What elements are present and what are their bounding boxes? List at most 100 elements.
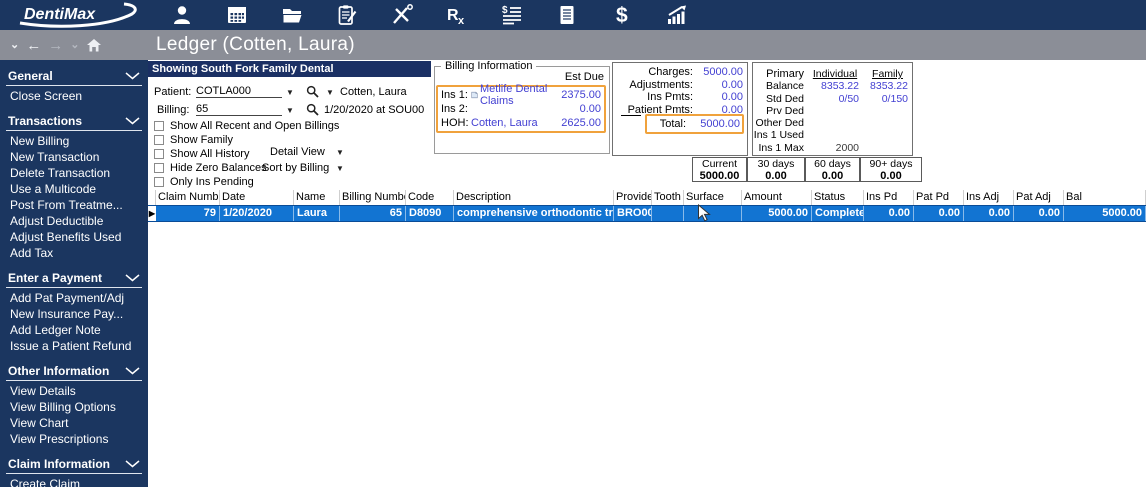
folder-icon[interactable]: [280, 3, 304, 27]
hoh-label: HOH:: [441, 117, 469, 129]
ledger-row-selected[interactable]: ▶ 79 1/20/2020 Laura 65 D8090 comprehens…: [148, 205, 1146, 222]
cell-claim-number[interactable]: 79: [156, 206, 220, 221]
rx-icon[interactable]: Rx: [445, 3, 469, 27]
cell-bal[interactable]: 5000.00: [1064, 206, 1146, 221]
column-header-amount[interactable]: Amount: [742, 190, 812, 205]
detail-view-arrow-icon[interactable]: ▼: [336, 148, 344, 157]
clipboard-edit-icon[interactable]: [335, 3, 359, 27]
ins1-label: Ins 1:: [441, 89, 468, 101]
sidebar-item-close-screen[interactable]: Close Screen: [0, 88, 148, 104]
sidebar-item-view-chart[interactable]: View Chart: [0, 415, 148, 431]
column-header-date[interactable]: Date: [220, 190, 294, 205]
sort-by-arrow-icon[interactable]: ▼: [336, 164, 344, 173]
document-icon[interactable]: [555, 3, 579, 27]
cell-amount[interactable]: 5000.00: [742, 206, 812, 221]
aging-current-box: Current 5000.00: [692, 157, 747, 182]
sidebar-item-use-a-multicode[interactable]: Use a Multicode: [0, 181, 148, 197]
sidebar-item-add-ledger-note[interactable]: Add Ledger Note: [0, 322, 148, 338]
home-icon[interactable]: [86, 38, 102, 53]
cell-billing-number[interactable]: 65: [340, 206, 406, 221]
ledger-table: Claim Number Date Name Billing Number Co…: [148, 190, 1146, 222]
column-header-billing-number[interactable]: Billing Number: [340, 190, 406, 205]
cell-pat-adj[interactable]: 0.00: [1014, 206, 1064, 221]
sidebar-item-delete-transaction[interactable]: Delete Transaction: [0, 165, 148, 181]
column-header-name[interactable]: Name: [294, 190, 340, 205]
dental-tool-icon[interactable]: [390, 3, 414, 27]
forward-arrow-icon[interactable]: →: [48, 38, 63, 53]
cell-code[interactable]: D8090: [406, 206, 454, 221]
sidebar-item-issue-a-patient-refund[interactable]: Issue a Patient Refund: [0, 338, 148, 354]
column-header-claim-number[interactable]: Claim Number: [156, 190, 220, 205]
checkbox-show-all-recent[interactable]: [154, 121, 164, 131]
forward-menu-chevron-icon[interactable]: ⌄: [70, 39, 79, 51]
column-header-surface[interactable]: Surface: [684, 190, 742, 205]
person-icon[interactable]: [170, 3, 194, 27]
column-header-status[interactable]: Status: [812, 190, 864, 205]
patient-search-icon[interactable]: [306, 85, 319, 98]
back-arrow-icon[interactable]: ←: [26, 38, 41, 53]
sidebar-item-new-insurance-pay[interactable]: New Insurance Pay...: [0, 306, 148, 322]
sidebar-item-add-tax[interactable]: Add Tax: [0, 245, 148, 261]
checkbox-hide-zero-balances[interactable]: [154, 163, 164, 173]
cell-ins-adj[interactable]: 0.00: [964, 206, 1014, 221]
billing-search-icon[interactable]: [306, 103, 319, 116]
column-header-tooth[interactable]: Tooth: [652, 190, 684, 205]
total-highlight-box: Total: 5000.00: [645, 114, 744, 134]
checkbox-show-family[interactable]: [154, 135, 164, 145]
ins1-used-label: Ins 1 Used: [753, 129, 804, 142]
cell-status[interactable]: Completed: [812, 206, 864, 221]
sidebar-item-view-billing-options[interactable]: View Billing Options: [0, 399, 148, 415]
sidebar-item-add-pat-payment-adj[interactable]: Add Pat Payment/Adj: [0, 290, 148, 306]
cell-pat-pd[interactable]: 0.00: [914, 206, 964, 221]
dollar-icon[interactable]: $: [610, 3, 634, 27]
column-header-provider[interactable]: Provider: [614, 190, 652, 205]
checkbox-show-all-history[interactable]: [154, 149, 164, 159]
billing-combo[interactable]: 65: [196, 103, 282, 116]
sidebar-item-adjust-deductible[interactable]: Adjust Deductible: [0, 213, 148, 229]
cell-description[interactable]: comprehensive orthodontic tre: [454, 206, 614, 221]
cell-provider[interactable]: BRO00: [614, 206, 652, 221]
svg-text:$: $: [502, 5, 508, 16]
hoh-row[interactable]: HOH: Cotten, Laura 2625.00: [441, 116, 601, 130]
sort-by-dropdown[interactable]: Sort by Billing: [262, 162, 329, 174]
sidebar-item-view-details[interactable]: View Details: [0, 383, 148, 399]
cell-name[interactable]: Laura: [294, 206, 340, 221]
cell-tooth[interactable]: [652, 206, 684, 221]
sidebar-item-new-transaction[interactable]: New Transaction: [0, 149, 148, 165]
column-header-ins-adj[interactable]: Ins Adj: [964, 190, 1014, 205]
growth-chart-icon[interactable]: [665, 3, 689, 27]
billing-label: Billing:: [157, 104, 190, 116]
cell-surface[interactable]: [684, 206, 742, 221]
billing-combo-arrow-icon[interactable]: ▼: [286, 106, 294, 115]
cell-ins-pd[interactable]: 0.00: [864, 206, 914, 221]
sidebar-item-adjust-benefits-used[interactable]: Adjust Benefits Used: [0, 229, 148, 245]
calendar-icon[interactable]: [225, 3, 249, 27]
column-header-bal[interactable]: Bal: [1064, 190, 1146, 205]
column-header-ins-pd[interactable]: Ins Pd: [864, 190, 914, 205]
sidebar-header-other-information[interactable]: Other Information: [6, 363, 142, 381]
sidebar-item-post-from-treatment[interactable]: Post From Treatme...: [0, 197, 148, 213]
sidebar-item-view-prescriptions[interactable]: View Prescriptions: [0, 431, 148, 447]
sidebar-header-enter-a-payment[interactable]: Enter a Payment: [6, 270, 142, 288]
aging-30-value: 0.00: [765, 170, 787, 182]
ins1-row[interactable]: Ins 1: Metlife Dental Claims 2375.00: [441, 83, 601, 107]
ins1-carrier-text[interactable]: Metlife Dental Claims: [480, 83, 553, 107]
patient-combo[interactable]: COTLA000: [196, 85, 282, 98]
sidebar-header-general[interactable]: General: [6, 68, 142, 86]
sidebar-header-transactions[interactable]: Transactions: [6, 113, 142, 131]
column-header-description[interactable]: Description: [454, 190, 614, 205]
column-header-code[interactable]: Code: [406, 190, 454, 205]
checkbox-only-ins-pending[interactable]: [154, 177, 164, 187]
column-header-pat-pd[interactable]: Pat Pd: [914, 190, 964, 205]
column-header-pat-adj[interactable]: Pat Adj: [1014, 190, 1064, 205]
aging-30-box: 30 days 0.00: [747, 157, 805, 182]
back-menu-chevron-icon[interactable]: ⌄: [10, 39, 19, 51]
patient-filter-arrow-icon[interactable]: ▼: [326, 88, 334, 97]
patient-combo-arrow-icon[interactable]: ▼: [286, 88, 294, 97]
detail-view-dropdown[interactable]: Detail View: [270, 146, 325, 158]
sidebar-item-create-claim[interactable]: Create Claim: [0, 476, 148, 487]
dollar-list-icon[interactable]: $: [500, 3, 524, 27]
sidebar-header-claim-information[interactable]: Claim Information: [6, 456, 142, 474]
sidebar-item-new-billing[interactable]: New Billing: [0, 133, 148, 149]
cell-date[interactable]: 1/20/2020: [220, 206, 294, 221]
